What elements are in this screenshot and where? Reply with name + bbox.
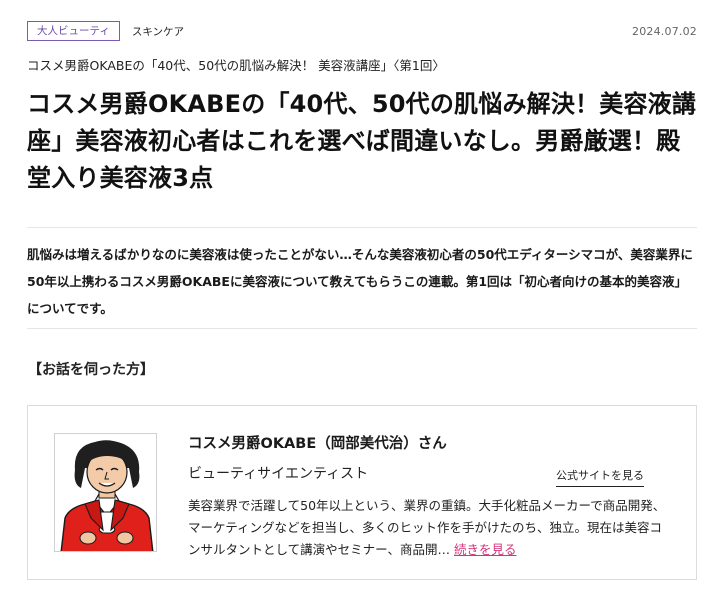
read-more-link[interactable]: 続きを見る (454, 542, 517, 557)
profile-bio: 美容業界で活躍して50年以上という、業界の重鎮。大手化粧品メーカーで商品開発、マ… (188, 495, 673, 561)
subcategory-link[interactable]: スキンケア (132, 24, 184, 39)
category-tag[interactable]: 大人ビューティ (27, 21, 120, 41)
profile-card: コスメ男爵OKABE（岡部美代治）さん ビューティサイエンティスト 公式サイトを… (27, 405, 697, 580)
profile-name: コスメ男爵OKABE（岡部美代治）さん (188, 436, 447, 452)
caricature-portrait-icon (54, 433, 157, 552)
divider (27, 227, 697, 228)
official-site-link[interactable]: 公式サイトを見る (556, 467, 644, 487)
article-page: 大人ビューティ スキンケア 2024.07.02 コスメ男爵OKABEの「40代… (0, 0, 724, 605)
publish-date: 2024.07.02 (632, 24, 697, 38)
profile-section-heading: 【お話を伺った方】 (28, 362, 154, 378)
profile-bio-text: 美容業界で活躍して50年以上という、業界の重鎮。大手化粧品メーカーで商品開発、マ… (188, 498, 666, 557)
page-title: コスメ男爵OKABEの「40代、50代の肌悩み解決！美容液講座」美容液初心者はこ… (27, 90, 697, 192)
profile-role: ビューティサイエンティスト (188, 466, 369, 482)
lead-paragraph: 肌悩みは増えるばかりなのに美容液は使ったことがない…そんな美容液初心者の50代エ… (27, 247, 693, 316)
article-meta: 大人ビューティ スキンケア 2024.07.02 (27, 21, 697, 41)
divider (27, 328, 697, 329)
series-title: コスメ男爵OKABEの「40代、50代の肌悩み解決！ 美容液講座」〈第1回〉 (27, 58, 445, 73)
